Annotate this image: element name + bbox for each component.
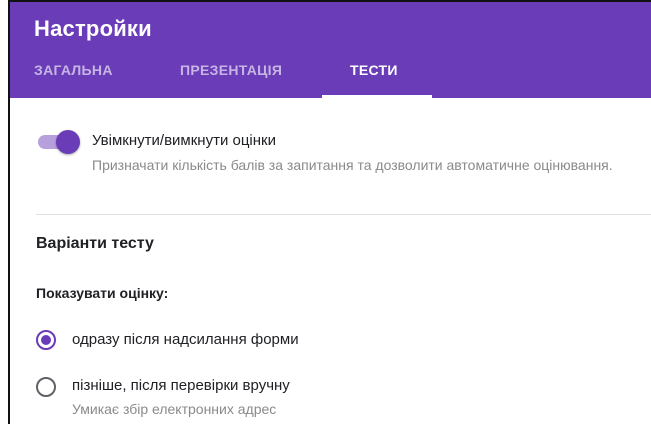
radio-later-manual-note: Умикає збір електронних адрес — [72, 401, 277, 417]
dialog-header: Настройки ЗАГАЛЬНА ПРЕЗЕНТАЦІЯ ТЕСТИ — [10, 2, 651, 98]
toggle-thumb — [56, 130, 80, 154]
radio-immediately-label[interactable]: одразу після надсилання форми — [72, 331, 299, 348]
active-tab-indicator — [322, 95, 432, 98]
grading-description: Призначати кількість балів за запитання … — [92, 157, 613, 173]
grading-toggle-label: Увімкнути/вимкнути оцінки — [92, 132, 276, 149]
show-grade-label: Показувати оцінку: — [36, 285, 169, 301]
tab-general[interactable]: ЗАГАЛЬНА — [34, 62, 113, 78]
grading-toggle[interactable] — [36, 130, 80, 154]
quiz-options-title: Варіанти тесту — [36, 235, 154, 252]
dialog-title: Настройки — [34, 16, 152, 41]
settings-dialog: Настройки ЗАГАЛЬНА ПРЕЗЕНТАЦІЯ ТЕСТИ Уві… — [8, 0, 651, 424]
section-divider — [36, 214, 651, 215]
radio-immediately[interactable] — [36, 330, 56, 350]
tab-presentation[interactable]: ПРЕЗЕНТАЦІЯ — [180, 62, 282, 78]
radio-later-manual[interactable] — [36, 377, 56, 397]
radio-later-manual-label[interactable]: пізніше, після перевірки вручну — [72, 377, 290, 394]
tab-quizzes[interactable]: ТЕСТИ — [350, 62, 398, 78]
